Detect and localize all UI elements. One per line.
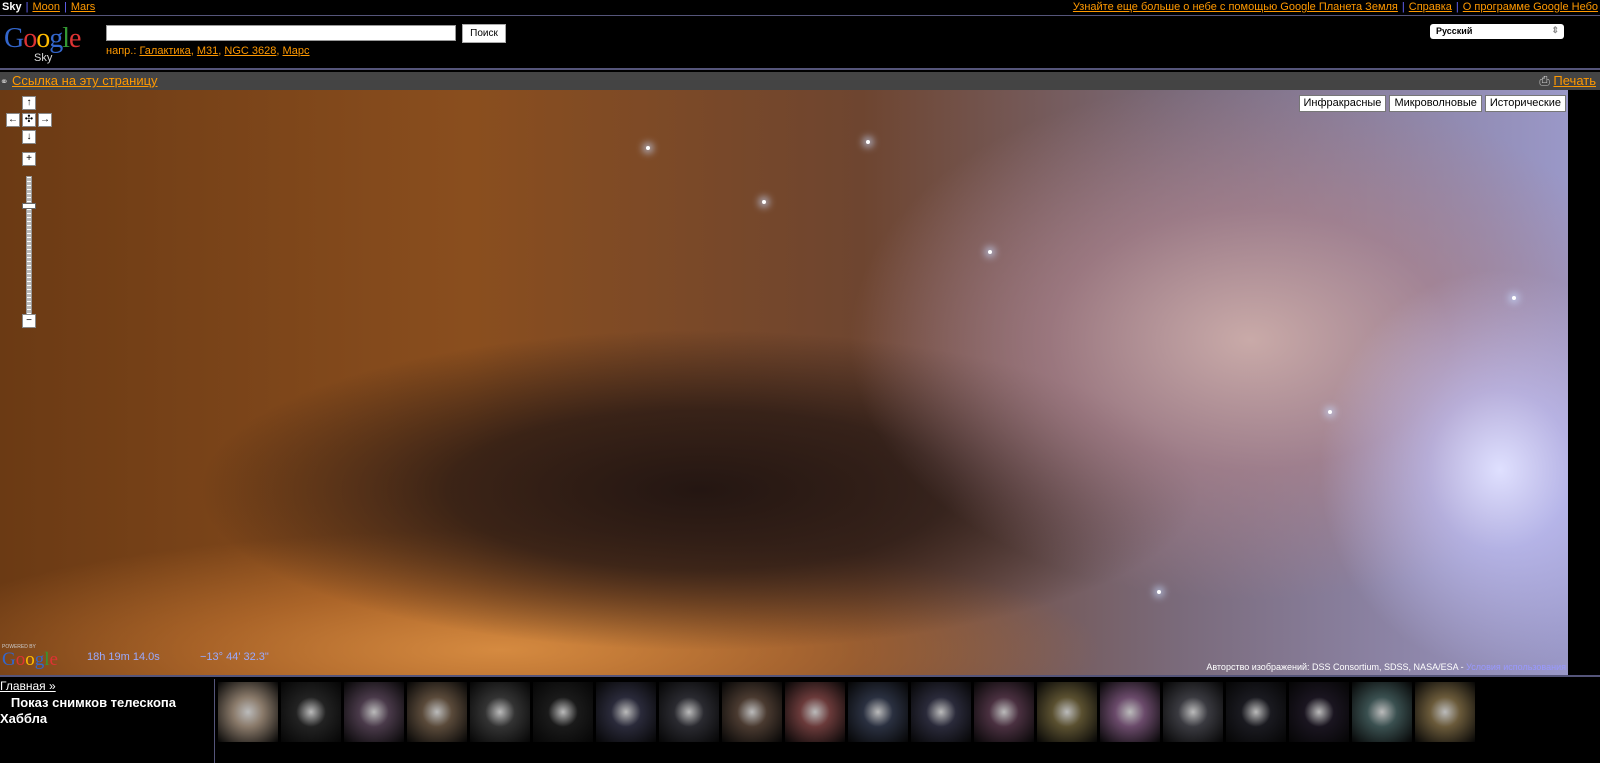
thumbnail[interactable] xyxy=(659,682,719,742)
star xyxy=(1512,296,1516,300)
thumbnail[interactable] xyxy=(848,682,908,742)
updown-icon: ⇕ xyxy=(1551,25,1559,35)
home-link[interactable]: Главная » xyxy=(0,679,56,693)
thumbnail[interactable] xyxy=(470,682,530,742)
language-select[interactable]: Русский ⇕ xyxy=(1430,24,1564,39)
mars-link[interactable]: Mars xyxy=(71,1,95,13)
thumbnail-strip xyxy=(218,682,1475,742)
zoom-in-button[interactable]: + xyxy=(22,152,36,166)
pan-down-button[interactable]: ↓ xyxy=(22,130,36,144)
right-ascension: 18h 19m 14.0s xyxy=(87,651,160,663)
star xyxy=(762,200,766,204)
about-link[interactable]: О программе Google Небо xyxy=(1463,1,1598,13)
star xyxy=(1328,410,1332,414)
powered-by-google[interactable]: POWERED BY Google xyxy=(2,644,58,669)
thumbnail[interactable] xyxy=(974,682,1034,742)
bottom-panel: Главная » Показ снимков телескопа Хаббла xyxy=(0,675,1600,763)
printer-icon: ⎙ xyxy=(1539,73,1550,88)
search-examples: напр.: Галактика, M31, NGC 3628, Марс xyxy=(106,45,310,57)
zoom-slider[interactable] xyxy=(26,176,32,326)
thumbnail[interactable] xyxy=(911,682,971,742)
header: Google Sky Поиск напр.: Галактика, M31, N… xyxy=(0,17,1600,70)
zoom-out-button[interactable]: − xyxy=(22,314,36,328)
example-link[interactable]: Марс xyxy=(283,45,310,57)
thumbnail[interactable] xyxy=(218,682,278,742)
example-link[interactable]: NGC 3628 xyxy=(224,45,276,57)
map-type-buttons: Инфракрасные Микроволновые Исторические xyxy=(1298,95,1566,112)
google-earth-link[interactable]: Узнайте еще больше о небе с помощью Goog… xyxy=(1073,1,1398,13)
star xyxy=(646,146,650,150)
moon-link[interactable]: Moon xyxy=(32,1,60,13)
historical-button[interactable]: Исторические xyxy=(1484,95,1566,112)
thumbnail[interactable] xyxy=(281,682,341,742)
pan-right-button[interactable]: → xyxy=(38,113,52,127)
sky-tab[interactable]: Sky xyxy=(2,1,22,13)
thumbnail[interactable] xyxy=(1352,682,1412,742)
terms-link[interactable]: Условия использования xyxy=(1466,662,1566,672)
thumbnail[interactable] xyxy=(1415,682,1475,742)
infrared-button[interactable]: Инфракрасные xyxy=(1298,95,1387,112)
thumbnail[interactable] xyxy=(785,682,845,742)
thumbnail[interactable] xyxy=(1289,682,1349,742)
sky-map[interactable]: ↑ ← ✣ → ↓ + − Инфракрасные Микроволновые… xyxy=(0,90,1568,675)
print-link[interactable]: Печать xyxy=(1553,73,1596,88)
top-bar: Sky | Moon | Mars Узнайте еще больше о небе … xyxy=(0,0,1600,16)
thumbnail[interactable] xyxy=(344,682,404,742)
thumbnail[interactable] xyxy=(1226,682,1286,742)
link-icon: ⚭ xyxy=(0,77,9,88)
tour-sidebar: Главная » Показ снимков телескопа Хаббла xyxy=(0,679,215,763)
microwave-button[interactable]: Микроволновые xyxy=(1389,95,1482,112)
star xyxy=(988,250,992,254)
reset-button[interactable]: ✣ xyxy=(22,113,36,127)
pan-left-button[interactable]: ← xyxy=(6,113,20,127)
google-sky-logo[interactable]: Google Sky xyxy=(4,25,99,65)
search-button[interactable]: Поиск xyxy=(462,24,506,43)
thumbnail[interactable] xyxy=(1037,682,1097,742)
pan-up-button[interactable]: ↑ xyxy=(22,96,36,110)
search-input[interactable] xyxy=(106,25,456,41)
thumbnail[interactable] xyxy=(407,682,467,742)
thumbnail[interactable] xyxy=(1100,682,1160,742)
thumbnail[interactable] xyxy=(1163,682,1223,742)
link-bar: ⚭ Ссылка на эту страницу ⎙ Печать xyxy=(0,72,1600,90)
declination: −13° 44' 32.3" xyxy=(200,651,269,663)
help-link[interactable]: Справка xyxy=(1409,1,1452,13)
tour-title: Показ снимков телескопа Хаббла xyxy=(0,695,176,726)
thumbnail[interactable] xyxy=(722,682,782,742)
example-link[interactable]: M31 xyxy=(197,45,218,57)
example-link[interactable]: Галактика xyxy=(139,45,190,57)
thumbnail[interactable] xyxy=(533,682,593,742)
zoom-slider-handle[interactable] xyxy=(22,203,36,209)
image-credit: Авторство изображений: DSS Consortium, S… xyxy=(1206,662,1566,672)
thumbnail[interactable] xyxy=(596,682,656,742)
star xyxy=(866,140,870,144)
page-link[interactable]: Ссылка на эту страницу xyxy=(12,73,158,88)
star xyxy=(1157,590,1161,594)
